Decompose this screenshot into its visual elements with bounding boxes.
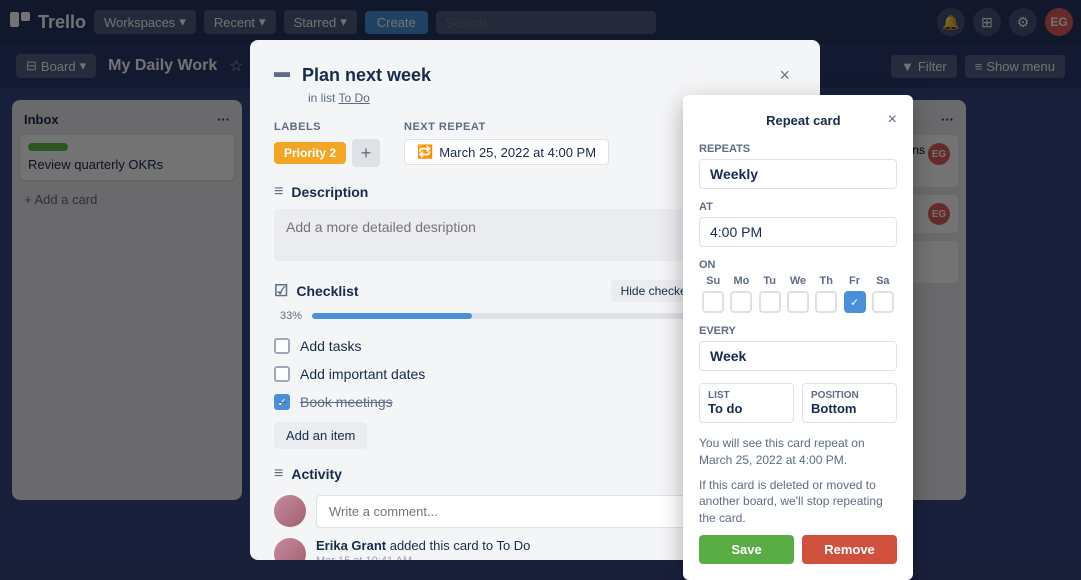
list-field: List To do — [699, 383, 794, 423]
repeat-popup: Repeat card × Repeats Weekly At On Su Mo… — [683, 95, 913, 580]
progress-fill — [312, 313, 472, 319]
position-field: Position Bottom — [802, 383, 897, 423]
labels-section: Labels Priority 2 + — [274, 121, 380, 167]
checkbox-2[interactable] — [274, 366, 290, 382]
activity-content: Erika Grant added this card to To Do Mar… — [316, 538, 530, 560]
day-th[interactable] — [815, 291, 837, 313]
checklist-title: ☑ Checklist — [274, 281, 359, 301]
repeat-button-row: Save Remove — [699, 535, 897, 564]
card-modal-header: ▬ Plan next week × — [274, 64, 796, 87]
remove-button[interactable]: Remove — [802, 535, 897, 564]
checklist-icon: ☑ — [274, 281, 288, 301]
add-item-button[interactable]: Add an item — [274, 422, 367, 449]
repeat-popup-close[interactable]: × — [888, 111, 897, 129]
day-we[interactable] — [787, 291, 809, 313]
priority-label[interactable]: Priority 2 — [274, 142, 346, 164]
progress-percent: 33% — [274, 310, 302, 322]
next-repeat-section: Next repeat 🔁 March 25, 2022 at 4:00 PM — [404, 121, 609, 167]
every-value: Week — [699, 341, 897, 371]
activity-avatar — [274, 538, 306, 560]
save-button[interactable]: Save — [699, 535, 794, 564]
day-fr[interactable]: ✓ — [844, 291, 866, 313]
day-su[interactable] — [702, 291, 724, 313]
repeat-popup-header: Repeat card × — [699, 111, 897, 129]
repeats-section: Repeats Weekly — [699, 143, 897, 189]
day-grid: Su Mo Tu We Th Fr Sa ✓ — [699, 275, 897, 313]
list-position-row: List To do Position Bottom — [699, 383, 897, 423]
repeat-footer-text: You will see this card repeat on March 2… — [699, 435, 897, 469]
day-mo[interactable] — [730, 291, 752, 313]
list-link[interactable]: To Do — [338, 91, 369, 105]
card-icon: ▬ — [274, 64, 290, 82]
at-time-input[interactable] — [699, 217, 897, 247]
add-label-button[interactable]: + — [352, 139, 380, 167]
description-icon: ≡ — [274, 183, 283, 201]
close-button[interactable]: × — [773, 64, 796, 86]
day-tu[interactable] — [759, 291, 781, 313]
repeat-icon: 🔁 — [417, 144, 433, 160]
card-title: Plan next week — [302, 64, 761, 87]
at-section: At — [699, 201, 897, 247]
checkbox-1[interactable] — [274, 338, 290, 354]
day-headers: Su Mo Tu We Th Fr Sa — [699, 275, 897, 287]
every-section: Every Week — [699, 325, 897, 371]
repeat-popup-title: Repeat card — [719, 113, 888, 128]
on-section: On Su Mo Tu We Th Fr Sa ✓ — [699, 259, 897, 313]
checkbox-3[interactable]: ✓ — [274, 394, 290, 410]
day-sa[interactable] — [872, 291, 894, 313]
activity-icon: ≡ — [274, 465, 283, 483]
repeats-value: Weekly — [699, 159, 897, 189]
repeat-footer-text2: If this card is deleted or moved to anot… — [699, 477, 897, 527]
comment-avatar — [274, 495, 306, 527]
day-checkboxes: ✓ — [699, 291, 897, 313]
next-repeat-button[interactable]: 🔁 March 25, 2022 at 4:00 PM — [404, 139, 609, 165]
